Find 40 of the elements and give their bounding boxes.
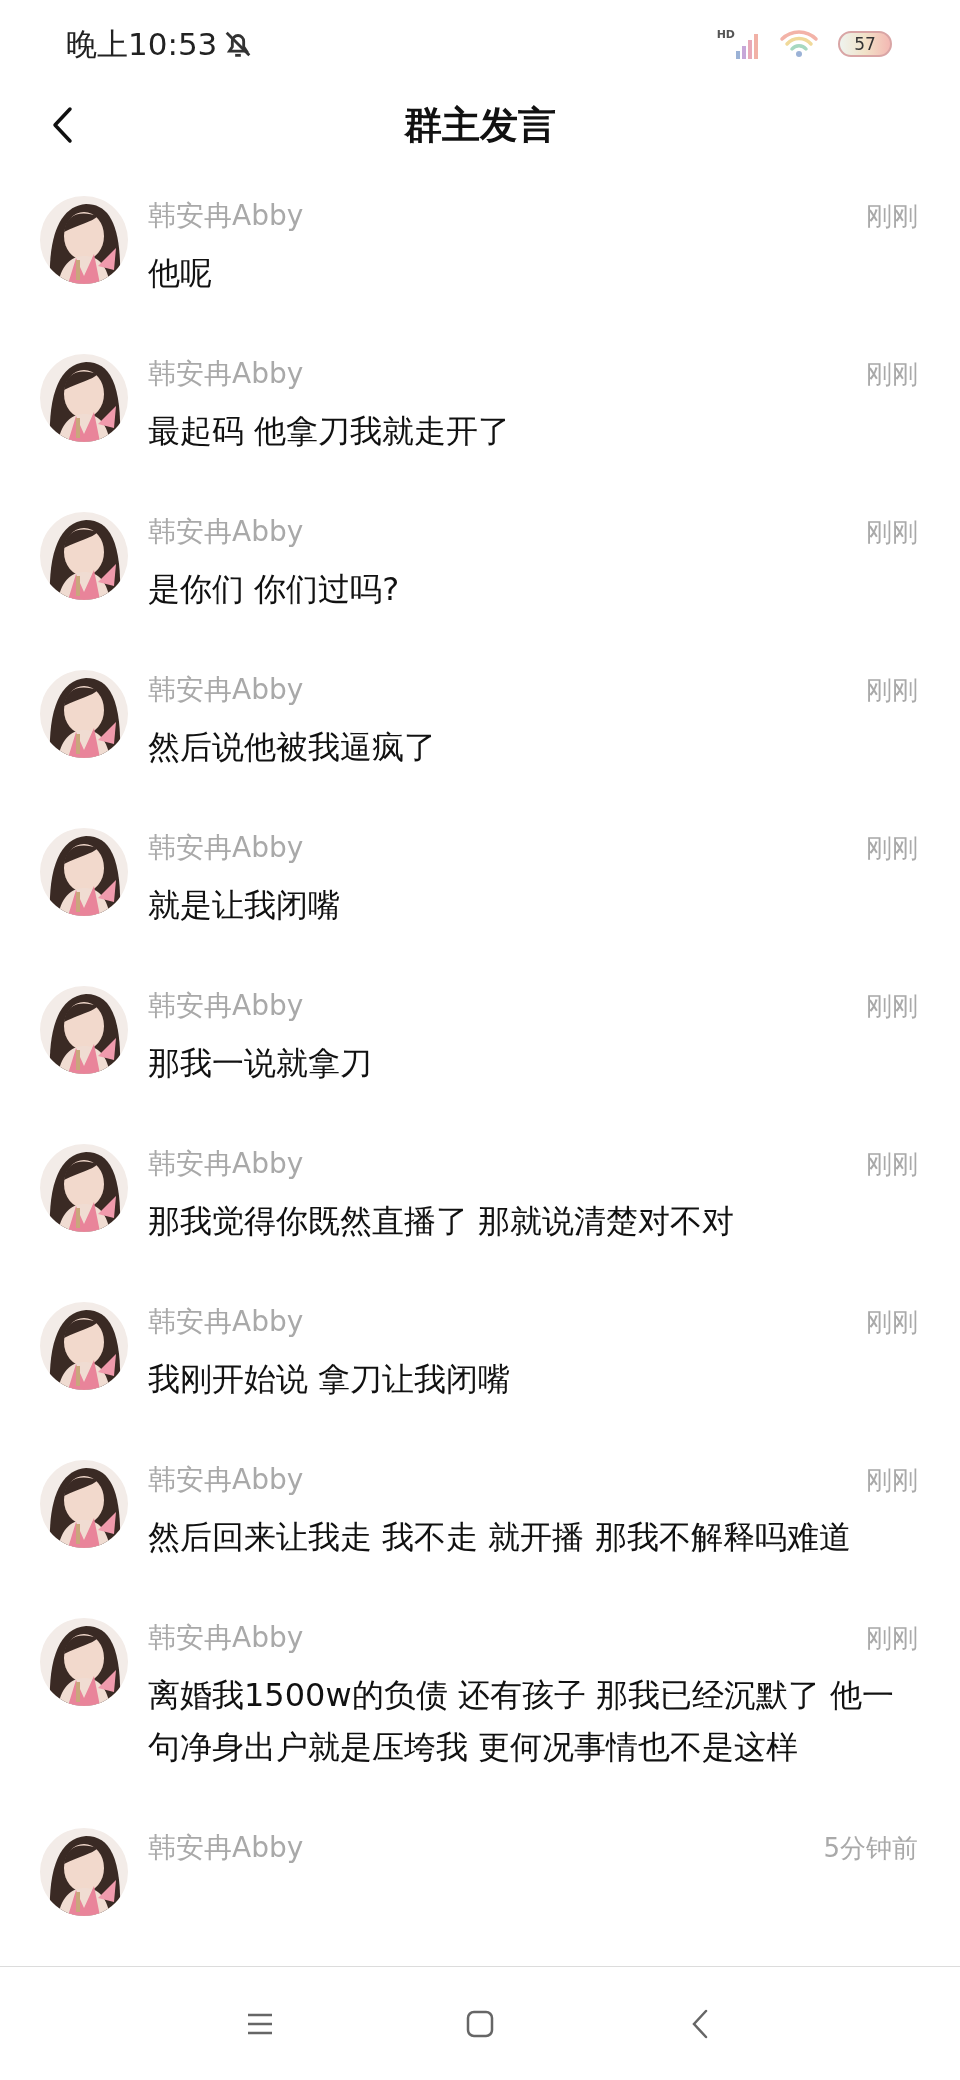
message-time: 刚刚	[866, 831, 918, 865]
message-time: 刚刚	[866, 989, 918, 1023]
sender-name: 韩安冉Abby	[148, 1146, 304, 1182]
sender-name: 韩安冉Abby	[148, 1620, 304, 1656]
message-text: 离婚我1500w的负债 还有孩子 那我已经沉默了 他一句净身出户就是压垮我 更何况事情也不是这样	[148, 1675, 896, 1768]
message-text: 那我一说就拿刀	[148, 1043, 373, 1084]
sender-name: 韩安冉Abby	[148, 356, 304, 392]
back-icon	[692, 2008, 708, 2039]
sender-name: 韩安冉Abby	[148, 672, 304, 708]
message-time: 刚刚	[866, 357, 918, 391]
message-text: 那我觉得你既然直播了 那就说清楚对不对	[148, 1201, 736, 1242]
message-time: 刚刚	[866, 515, 918, 549]
back-icon	[51, 106, 73, 144]
message-text: 然后说他被我逼疯了	[148, 727, 437, 768]
message-text: 是你们 你们过吗?	[148, 569, 401, 610]
message-time: 刚刚	[866, 1147, 918, 1181]
battery-indicator: 57	[838, 31, 892, 57]
message-text: 就是让我闭嘴	[148, 885, 341, 926]
sender-name: 韩安冉Abby	[148, 514, 304, 550]
sender-name: 韩安冉Abby	[148, 1462, 304, 1498]
message-text: 我刚开始说 拿刀让我闭嘴	[148, 1359, 512, 1400]
message-time: 刚刚	[866, 1621, 918, 1655]
message-time: 刚刚	[866, 199, 918, 233]
message-time: 刚刚	[866, 673, 918, 707]
sender-name: 韩安冉Abby	[148, 830, 304, 866]
page-title: 群主发言	[404, 101, 556, 149]
message-text: 然后回来让我走 我不走 就开播 那我不解释吗难道	[148, 1517, 852, 1558]
message-text: 最起码 他拿刀我就走开了	[148, 411, 512, 452]
home-icon	[466, 2009, 494, 2038]
message-text: 他呢	[148, 253, 213, 294]
message-time: 刚刚	[866, 1463, 918, 1497]
sender-name: 韩安冉Abby	[148, 1304, 304, 1340]
sender-name: 韩安冉Abby	[148, 198, 304, 234]
status-time: 晚上10:53	[66, 24, 218, 64]
message-time: 刚刚	[866, 1305, 918, 1339]
sender-name: 韩安冉Abby	[148, 1830, 304, 1866]
menu-icon	[246, 2011, 274, 2036]
message-time: 5分钟前	[823, 1831, 918, 1865]
sender-name: 韩安冉Abby	[148, 988, 304, 1024]
wifi-icon	[778, 29, 820, 59]
